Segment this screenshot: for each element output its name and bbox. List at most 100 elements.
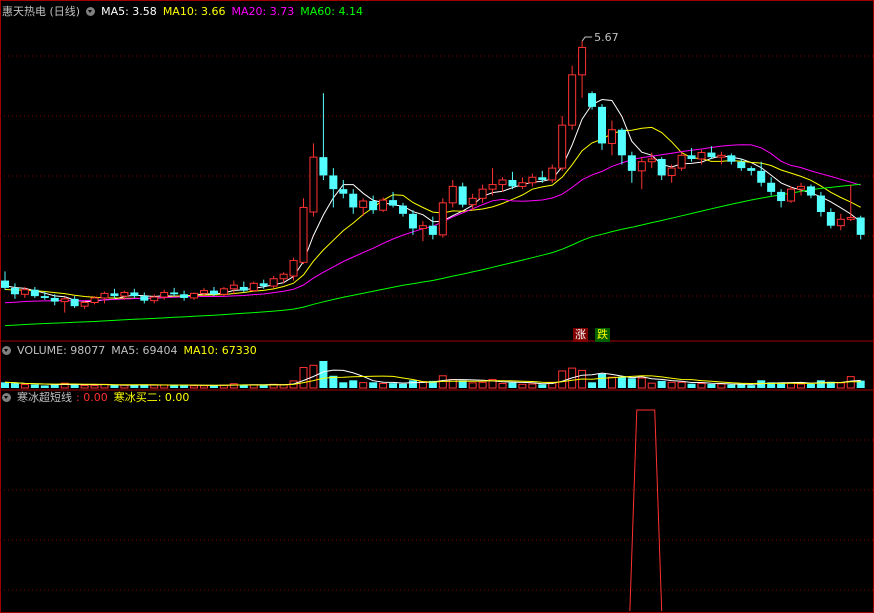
volume-bar (130, 385, 139, 388)
candle-body (528, 176, 537, 184)
candle-body (20, 289, 29, 295)
candle-body (379, 199, 388, 211)
volume-bar (697, 382, 706, 389)
candle-body (339, 189, 348, 194)
volume-label: VOLUME: 98077 (17, 344, 106, 357)
candle-body (588, 93, 597, 107)
dropdown-icon[interactable] (86, 7, 96, 16)
chart-canvas[interactable]: 5.67 (0, 0, 874, 613)
stock-chart[interactable]: 5.67 惠天热电 (日线) MA5: 3.58 MA10: 3.66 MA20: 3… (0, 0, 874, 613)
candle-body (508, 180, 517, 187)
volume-ma10-label: MA10: 67330 (183, 344, 257, 357)
candle-body (816, 195, 825, 212)
volume-bar (528, 383, 537, 389)
candle-body (219, 288, 228, 295)
volume-legend: VOLUME: 98077 MA5: 69404 MA10: 67330 (2, 344, 263, 358)
volume-bar (379, 382, 388, 389)
volume-bar (229, 383, 238, 389)
candle-body (239, 286, 248, 291)
candle-body (548, 167, 557, 181)
candle-body (50, 297, 59, 302)
dropdown-icon[interactable] (2, 393, 11, 402)
ma5-label: MA5: 3.58 (101, 5, 157, 18)
candle-body (767, 182, 776, 192)
volume-bar (737, 384, 746, 388)
candle-body (1, 280, 9, 288)
candle-body (40, 296, 49, 298)
candle-body (657, 158, 666, 176)
candle-body (747, 168, 756, 171)
volume-bar (10, 383, 19, 388)
volume-bar (836, 382, 845, 389)
candle-body (757, 170, 766, 183)
volume-bar (170, 385, 179, 388)
volume-bar (518, 383, 527, 389)
candle-body (578, 46, 587, 76)
volume-bar (816, 380, 825, 388)
volume-bar (607, 376, 616, 389)
candle-body (448, 185, 457, 204)
candle-body (100, 292, 109, 299)
volume-bar (349, 380, 358, 388)
indicator-value-1: : 0.00 (76, 391, 108, 404)
candle-body (598, 106, 606, 144)
candle-body (180, 294, 189, 298)
ma20-label: MA20: 3.73 (231, 5, 295, 18)
volume-bar (20, 384, 29, 389)
ma5-line (4, 98, 862, 302)
volume-bar (478, 381, 487, 389)
candle-body (279, 273, 288, 280)
candle-body (110, 293, 119, 297)
candle-body (200, 290, 208, 294)
volume-bar (617, 376, 626, 388)
indicator-title: 寒冰超短线 (17, 391, 72, 404)
volume-bar (797, 383, 805, 389)
candle-body (518, 182, 527, 187)
candle-body (399, 205, 407, 214)
candle-body (299, 206, 308, 263)
candle-body (737, 161, 746, 169)
volume-bar (627, 378, 636, 388)
volume-bar (637, 377, 646, 389)
volume-bar (1, 382, 9, 388)
candle-body (329, 175, 338, 190)
volume-bar (687, 383, 696, 388)
volume-bar (369, 382, 378, 388)
dropdown-icon[interactable] (2, 346, 11, 355)
volume-bar (90, 384, 99, 389)
candle-body (856, 217, 865, 235)
candle-body (438, 202, 447, 236)
candle-body (697, 152, 706, 160)
candle-body (627, 155, 636, 171)
candle-body (558, 124, 567, 169)
candle-body (120, 291, 129, 297)
volume-bar (80, 384, 89, 389)
candle-body (717, 154, 726, 158)
volume-bar (408, 380, 417, 388)
candle-body (568, 74, 577, 126)
volume-bar (677, 381, 686, 389)
candle-body (538, 177, 547, 180)
volume-bar (588, 382, 597, 388)
volume-bar (647, 382, 656, 389)
candle-body (468, 197, 477, 206)
indicator-value-2: 寒冰买二: 0.00 (113, 391, 190, 404)
volume-bar (727, 384, 736, 388)
candle-body (687, 155, 696, 159)
volume-bar (806, 383, 815, 388)
candle-body (647, 158, 656, 163)
candle-body (259, 283, 268, 287)
candle-body (458, 186, 467, 205)
candle-body (319, 157, 328, 176)
candle-body (10, 287, 19, 295)
candle-body (289, 259, 298, 277)
candle-body (478, 188, 487, 199)
volume-bar (259, 385, 268, 388)
candle-body (160, 291, 169, 298)
candle-body (488, 184, 497, 190)
rise-tag: 涨 (573, 328, 588, 342)
candle-body (498, 179, 507, 186)
volume-bar (657, 380, 666, 388)
candle-body (30, 289, 39, 297)
volume-bar (30, 384, 39, 388)
